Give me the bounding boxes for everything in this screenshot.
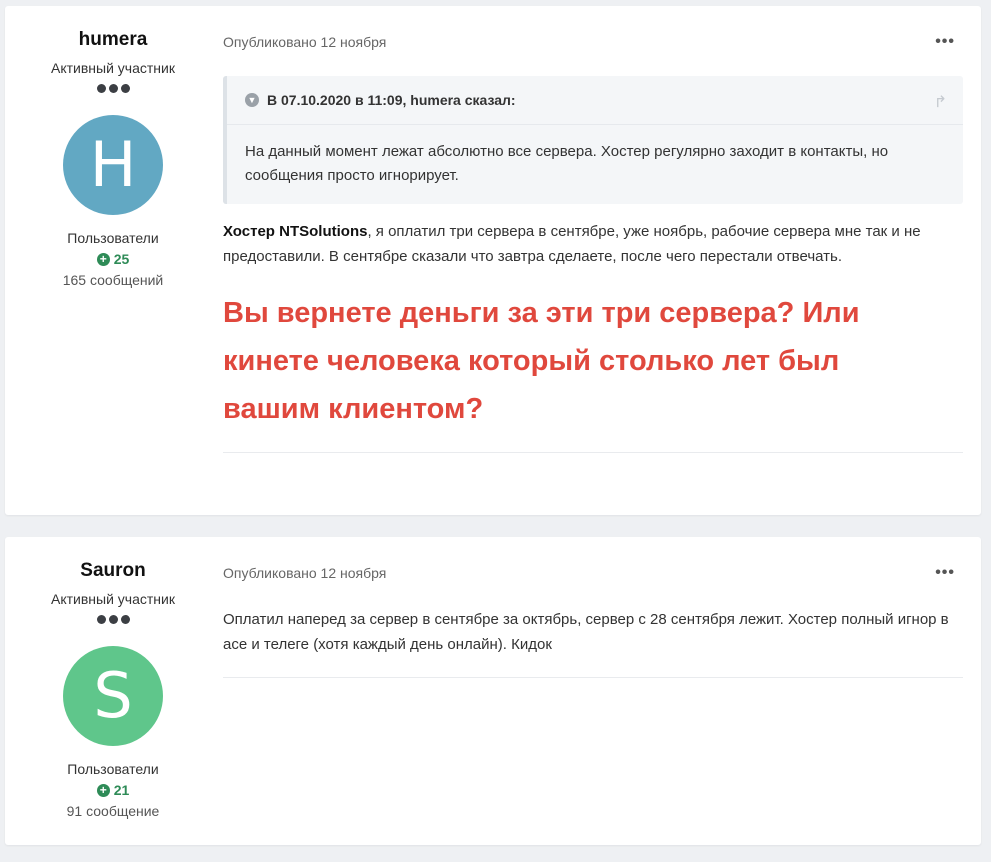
- author-name[interactable]: humera: [5, 29, 221, 51]
- quote-body: На данный момент лежат абсолютно все сер…: [245, 143, 889, 184]
- rank-dots-icon: [5, 612, 221, 626]
- post-text: Хостер NTSolutions, я оплатил три сервер…: [223, 219, 953, 269]
- post-date[interactable]: Опубликовано 12 ноября: [223, 565, 386, 581]
- author-name[interactable]: Sauron: [5, 560, 221, 582]
- chevron-down-icon[interactable]: ▼: [245, 93, 259, 107]
- more-options-icon[interactable]: •••: [935, 33, 955, 51]
- reputation-badge: + 21: [5, 781, 221, 799]
- share-icon[interactable]: ↱: [934, 92, 947, 112]
- author-panel: humera Активный участник H Пользователи …: [5, 6, 221, 289]
- posts-count: 165 сообщений: [62, 272, 164, 288]
- reputation-badge: + 25: [5, 250, 221, 268]
- plus-circle-icon: +: [96, 783, 110, 797]
- quote-header[interactable]: ▼ В 07.10.2020 в 11:09, humera сказал:: [227, 76, 963, 125]
- post-date[interactable]: Опубликовано 12 ноября: [223, 34, 386, 50]
- post-divider: [223, 677, 963, 678]
- more-options-icon[interactable]: •••: [935, 564, 955, 582]
- author-group: Пользователи: [67, 761, 159, 777]
- post-humera: humera Активный участник H Пользователи …: [5, 6, 981, 515]
- author-group: Пользователи: [67, 230, 159, 246]
- post-text-bold: Хостер NTSolutions: [223, 223, 368, 240]
- plus-circle-icon: +: [96, 252, 110, 266]
- post-text: Оплатил наперед за сервер в сентябре за …: [223, 611, 949, 653]
- reputation-value: 21: [113, 782, 130, 798]
- rank-dots-icon: [5, 81, 221, 95]
- highlight-text: Вы вернете деньги за эти три сервера? Ил…: [223, 297, 860, 425]
- author-rank: Активный участник: [51, 60, 175, 76]
- post-divider: [223, 452, 963, 453]
- avatar[interactable]: H: [63, 115, 163, 215]
- author-rank: Активный участник: [51, 591, 175, 607]
- reputation-value: 25: [113, 251, 130, 267]
- post-sauron: Sauron Активный участник S Пользователи …: [5, 537, 981, 845]
- avatar[interactable]: S: [63, 646, 163, 746]
- author-panel: Sauron Активный участник S Пользователи …: [5, 537, 221, 820]
- posts-count: 91 сообщение: [66, 803, 160, 819]
- quote-citation: В 07.10.2020 в 11:09, humera сказал:: [267, 92, 516, 108]
- quote-block: ▼ В 07.10.2020 в 11:09, humera сказал: ↱…: [223, 76, 963, 204]
